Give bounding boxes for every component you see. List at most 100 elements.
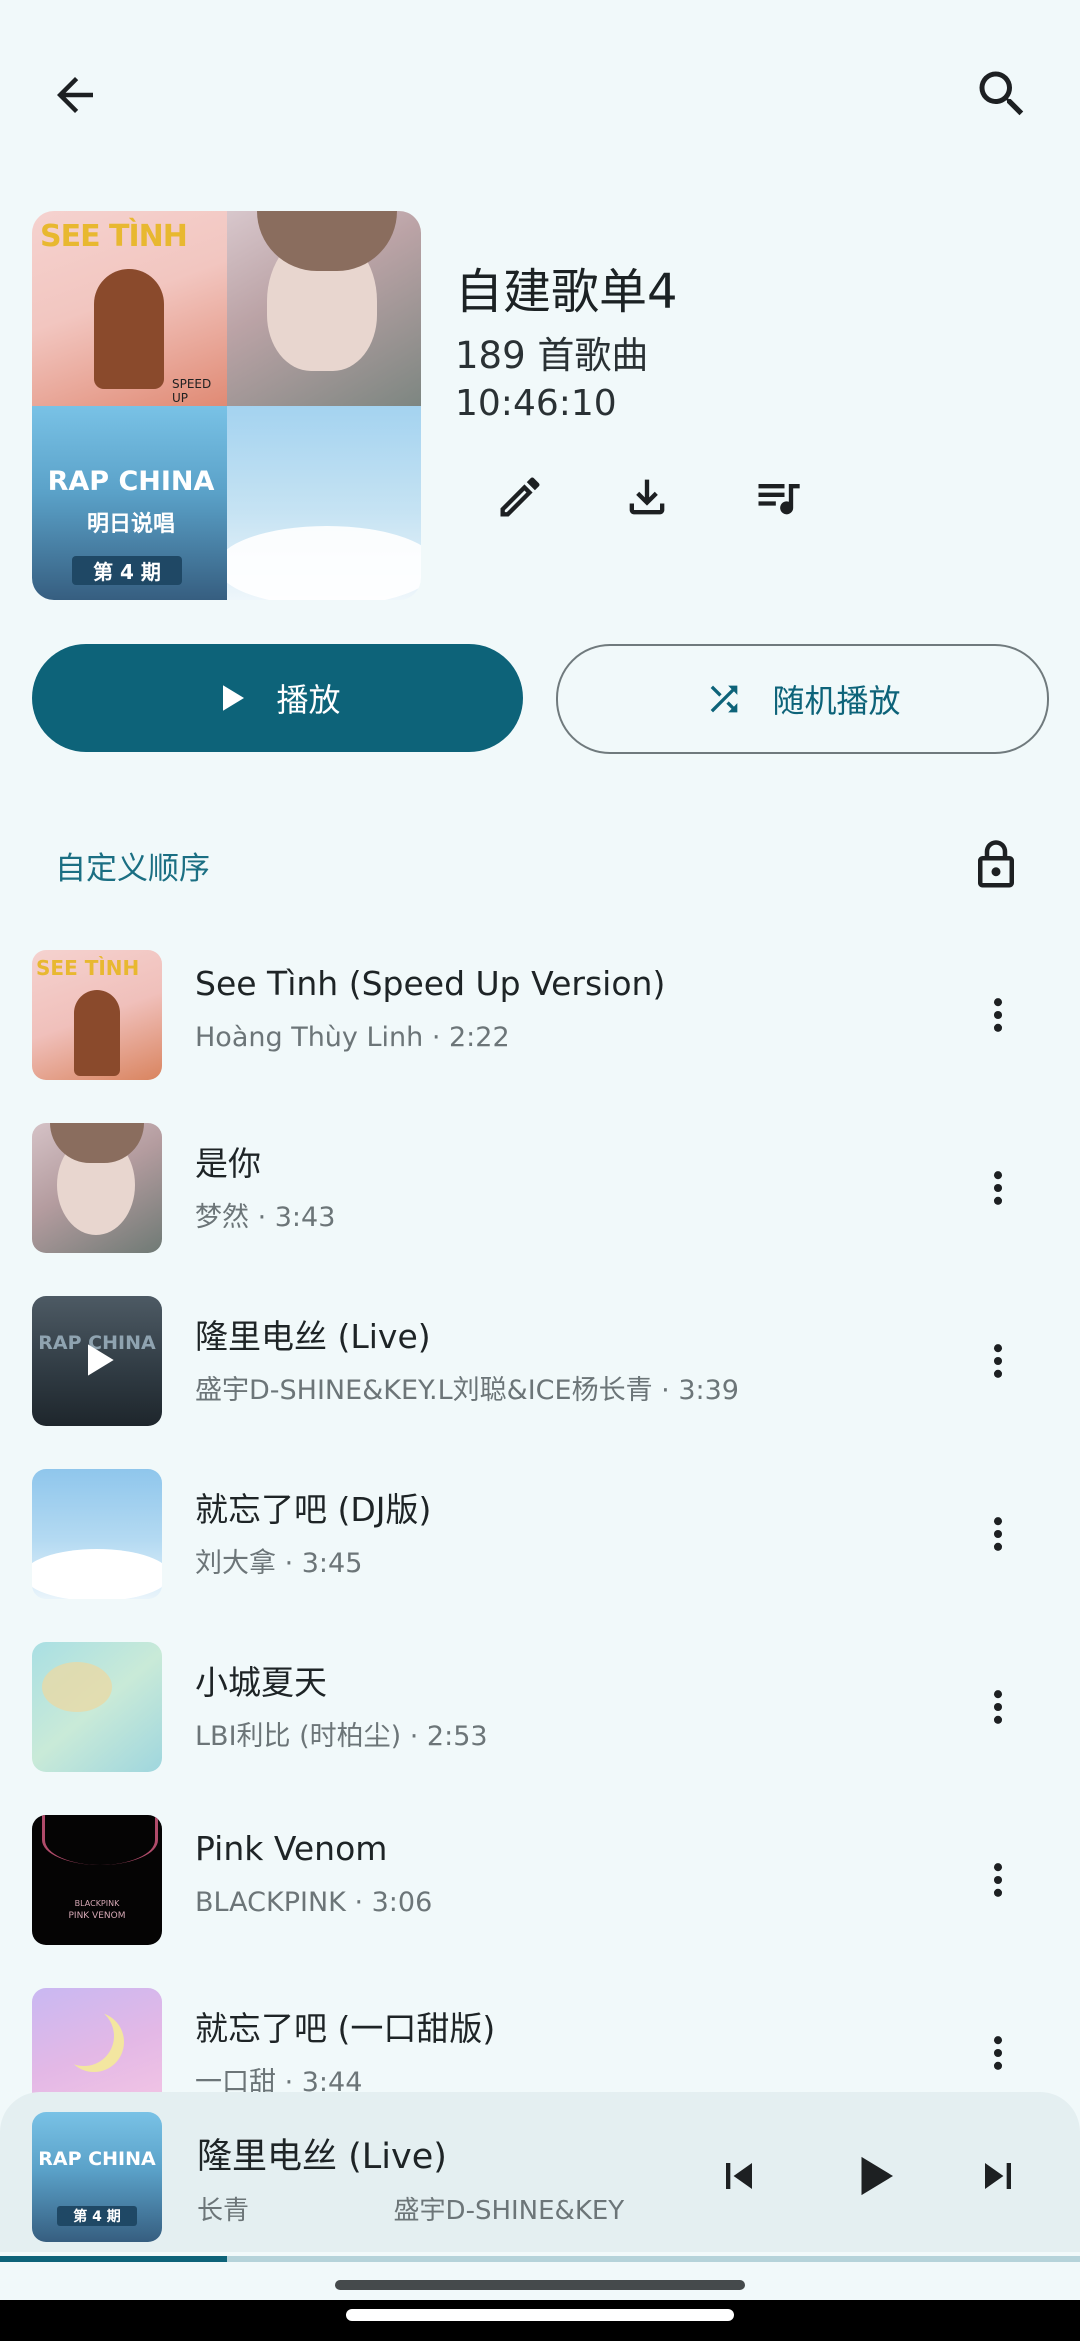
play-icon	[861, 2156, 893, 2196]
thumb-play-overlay	[77, 1338, 121, 1382]
song-more-button[interactable]	[976, 1501, 1020, 1567]
song-row[interactable]: SEE TÌNH See Tình (Speed Up Version) Hoà…	[0, 950, 1080, 1123]
playlist-title: 自建歌单4	[455, 264, 678, 320]
now-playing-thumbnail: RAP CHINA 第 4 期	[32, 2112, 162, 2242]
cover-cloud	[226, 525, 421, 600]
thumb-text: 第 4 期	[57, 2206, 137, 2226]
cover-tile-text: SEE TÌNH	[40, 219, 188, 254]
lock-icon	[978, 840, 1014, 888]
now-playing-artist-part: 盛宇D-SHINE&KEY	[393, 2196, 625, 2226]
shuffle-play-button[interactable]: 随机播放	[556, 644, 1049, 754]
search-icon	[979, 71, 1024, 116]
cover-tile-sky	[226, 405, 421, 600]
song-row[interactable]: 就忘了吧 (DJ版) 刘大拿 · 3:45	[0, 1469, 1080, 1642]
more-vert-icon	[993, 998, 1003, 1032]
cover-figure	[94, 269, 164, 389]
play-icon	[88, 1344, 114, 1376]
thumb-cloud	[32, 1549, 162, 1599]
skip-next-icon	[985, 2163, 1011, 2189]
more-vert-icon	[993, 1863, 1003, 1897]
thumb-text: BLACKPINK	[74, 1899, 120, 1908]
cover-tile-text: RAP CHINA	[47, 465, 215, 497]
edit-icon	[500, 477, 540, 517]
queue-music-icon	[758, 484, 800, 515]
song-title: 就忘了吧 (一口甜版)	[195, 2009, 496, 2048]
cover-tile-see-tinh: SEE TÌNH SPEED UP	[32, 211, 227, 406]
song-more-button[interactable]	[976, 1155, 1020, 1221]
shuffle-icon	[711, 685, 738, 713]
download-button[interactable]	[617, 467, 677, 527]
song-thumbnail	[32, 1642, 162, 1772]
sort-order-selector[interactable]: 自定义顺序	[55, 843, 210, 888]
song-title: 就忘了吧 (DJ版)	[195, 1490, 432, 1529]
thumb-text: PINK VENOM	[68, 1911, 126, 1921]
song-thumbnail: RAP CHINA	[32, 1296, 162, 1426]
play-icon	[223, 685, 245, 711]
song-more-button[interactable]	[976, 1328, 1020, 1394]
song-meta: BLACKPINK · 3:06	[195, 1887, 433, 1918]
edit-button[interactable]	[490, 467, 550, 527]
next-track-button[interactable]	[970, 2148, 1026, 2204]
song-thumbnail	[32, 1469, 162, 1599]
song-title: 是你	[195, 1144, 261, 1183]
search-button[interactable]	[966, 58, 1038, 130]
shuffle-play-label: 随机播放	[772, 682, 901, 720]
song-title: 小城夏天	[195, 1663, 327, 1702]
playlist-duration: 10:46:10	[455, 383, 617, 424]
song-thumbnail	[32, 1123, 162, 1253]
playlist-song-count: 189 首歌曲	[455, 334, 649, 377]
playlist-cover-collage: SEE TÌNH SPEED UP RAP CHINA 明日说唱 第 4 期	[32, 211, 421, 600]
play-pause-button[interactable]	[845, 2146, 905, 2206]
cover-tile-anime-girl	[226, 211, 421, 406]
now-playing-title: 隆里电丝 (Live)	[197, 2137, 447, 2177]
thumb-text: RAP CHINA	[38, 2148, 156, 2170]
cover-tile-text: 明日说唱	[86, 511, 175, 537]
cover-tile-text: 第 4 期	[72, 555, 182, 585]
back-button[interactable]	[40, 60, 110, 130]
more-vert-icon	[993, 1171, 1003, 1205]
play-all-label: 播放	[276, 681, 341, 719]
previous-track-button[interactable]	[711, 2148, 767, 2204]
thumb-figure	[74, 990, 120, 1076]
now-playing-bar[interactable]	[0, 2092, 1080, 2252]
thumb-sun	[42, 1662, 112, 1712]
song-thumbnail: BLACKPINK PINK VENOM	[32, 1815, 162, 1945]
home-indicator[interactable]	[346, 2309, 734, 2321]
song-more-button[interactable]	[976, 1847, 1020, 1913]
song-thumbnail: SEE TÌNH	[32, 950, 162, 1080]
now-playing-artist-part: 长青	[197, 2196, 250, 2226]
cover-tile-rap-china: RAP CHINA 明日说唱 第 4 期	[32, 405, 227, 600]
thumb-text: SEE TÌNH	[36, 956, 140, 980]
lock-order-button[interactable]	[966, 830, 1026, 900]
gesture-handle[interactable]	[335, 2280, 745, 2290]
song-more-button[interactable]	[976, 1674, 1020, 1740]
song-title: Pink Venom	[195, 1829, 388, 1868]
song-more-button[interactable]	[976, 982, 1020, 1048]
song-title: See Tình (Speed Up Version)	[195, 964, 666, 1003]
more-vert-icon	[993, 1344, 1003, 1378]
now-playing-artist: 长青 盛宇D-SHINE&KEY	[197, 2190, 645, 2227]
song-row[interactable]: 是你 梦然 · 3:43	[0, 1123, 1080, 1296]
song-meta: LBI利比 (时柏尘) · 2:53	[195, 1721, 488, 1752]
arrow-left-icon	[57, 77, 93, 113]
song-more-button[interactable]	[976, 2020, 1020, 2086]
song-meta: Hoàng Thùy Linh · 2:22	[195, 1022, 510, 1053]
song-meta: 盛宇D-SHINE&KEY.L刘聪&ICE杨长青 · 3:39	[195, 1375, 739, 1406]
playback-progress-fill	[0, 2256, 227, 2262]
download-icon	[629, 479, 665, 515]
song-meta: 梦然 · 3:43	[195, 1202, 336, 1233]
song-row[interactable]: BLACKPINK PINK VENOM Pink Venom BLACKPIN…	[0, 1815, 1080, 1988]
cover-tile-badge: SPEED UP	[172, 377, 212, 405]
more-vert-icon	[993, 1517, 1003, 1551]
thumb-moon	[54, 2006, 114, 2066]
song-row[interactable]: RAP CHINA 隆里电丝 (Live) 盛宇D-SHINE&KEY.L刘聪&…	[0, 1296, 1080, 1469]
more-vert-icon	[993, 2036, 1003, 2070]
song-title: 隆里电丝 (Live)	[195, 1317, 431, 1356]
skip-previous-icon	[726, 2163, 752, 2189]
more-vert-icon	[993, 1690, 1003, 1724]
add-to-queue-button[interactable]	[745, 467, 811, 527]
song-meta: 刘大拿 · 3:45	[195, 1548, 363, 1579]
play-all-button[interactable]: 播放	[32, 644, 523, 752]
thumb-fang	[42, 1815, 158, 1865]
song-row[interactable]: 小城夏天 LBI利比 (时柏尘) · 2:53	[0, 1642, 1080, 1815]
